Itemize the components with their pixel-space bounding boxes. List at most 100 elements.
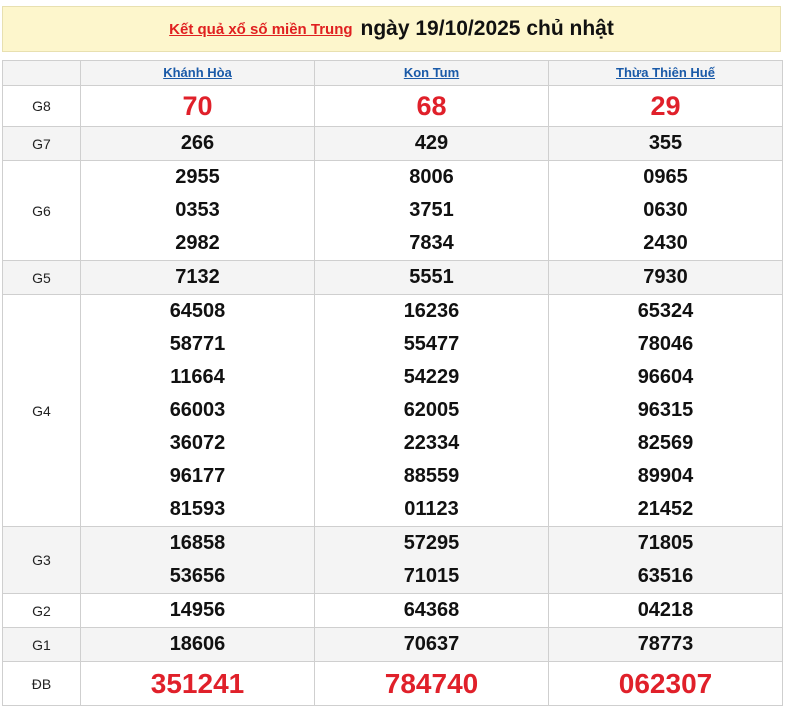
prize-label: G7 <box>2 126 81 161</box>
prize-cell: 351241 <box>80 661 315 706</box>
prize-label: G2 <box>2 593 81 628</box>
prize-label: G1 <box>2 627 81 662</box>
prize-cell: 70637 <box>314 627 549 662</box>
prize-cell: 64368 <box>314 593 549 628</box>
prize-cell: 71805 63516 <box>548 526 783 594</box>
prize-number: 3751 <box>409 199 454 221</box>
prize-number: 66003 <box>169 399 226 421</box>
prize-label: G8 <box>2 85 81 127</box>
prize-number: 5551 <box>409 266 454 288</box>
results-table: Khánh Hòa Kon Tum Thừa Thiên Huế G8 70 6… <box>2 60 783 706</box>
prize-number: 2982 <box>175 232 220 254</box>
prize-number: 14956 <box>169 599 226 621</box>
prize-cell: 16858 53656 <box>80 526 315 594</box>
prize-number: 65324 <box>637 300 694 322</box>
prize-number: 16858 <box>169 532 226 554</box>
prize-number: 78773 <box>637 633 694 655</box>
prize-cell: 64508 58771 11664 66003 36072 96177 8159… <box>80 294 315 527</box>
row-g6: G6 2955 0353 2982 8006 3751 7834 0965 06… <box>2 160 783 261</box>
prize-label: ĐB <box>2 661 81 706</box>
results-header: Kết quả xổ số miền Trung ngày 19/10/2025… <box>2 6 781 52</box>
row-special: ĐB 351241 784740 062307 <box>2 661 783 706</box>
prize-number: 81593 <box>169 498 226 520</box>
prize-number: 21452 <box>637 498 694 520</box>
prize-cell: 2955 0353 2982 <box>80 160 315 261</box>
prize-number: 70637 <box>403 633 460 655</box>
prize-label: G5 <box>2 260 81 295</box>
region-results-link[interactable]: Kết quả xổ số miền Trung <box>169 21 352 38</box>
prize-cell: 355 <box>548 126 783 161</box>
prize-cell: 29 <box>548 85 783 127</box>
prize-label: G4 <box>2 294 81 527</box>
prize-number: 68 <box>416 91 447 121</box>
province-header-khanh-hoa: Khánh Hòa <box>80 60 315 86</box>
prize-cell: 14956 <box>80 593 315 628</box>
prize-number: 96604 <box>637 366 694 388</box>
prize-number: 2430 <box>643 232 688 254</box>
prize-number: 82569 <box>637 432 694 454</box>
province-header-kon-tum: Kon Tum <box>314 60 549 86</box>
prize-number: 62005 <box>403 399 460 421</box>
prize-cell: 266 <box>80 126 315 161</box>
prize-number: 0630 <box>643 199 688 221</box>
prize-cell: 0965 0630 2430 <box>548 160 783 261</box>
prize-number: 18606 <box>169 633 226 655</box>
prize-number: 7834 <box>409 232 454 254</box>
prize-number: 266 <box>180 132 215 154</box>
prize-number: 89904 <box>637 465 694 487</box>
prize-cell: 18606 <box>80 627 315 662</box>
prize-cell: 57295 71015 <box>314 526 549 594</box>
row-g1: G1 18606 70637 78773 <box>2 627 783 662</box>
prize-number: 54229 <box>403 366 460 388</box>
row-g8: G8 70 68 29 <box>2 85 783 127</box>
prize-number: 355 <box>648 132 683 154</box>
prize-number: 53656 <box>169 565 226 587</box>
prize-number: 16236 <box>403 300 460 322</box>
prize-number: 22334 <box>403 432 460 454</box>
prize-number: 78046 <box>637 333 694 355</box>
special-prize-number: 062307 <box>618 667 713 699</box>
prize-number: 96177 <box>169 465 226 487</box>
prize-label: G6 <box>2 160 81 261</box>
prize-cell: 429 <box>314 126 549 161</box>
prize-number: 01123 <box>404 498 459 520</box>
prize-number: 64508 <box>169 300 226 322</box>
prize-number: 58771 <box>169 333 226 355</box>
prize-number: 7132 <box>175 266 220 288</box>
row-g5: G5 7132 5551 7930 <box>2 260 783 295</box>
prize-number: 2955 <box>175 166 220 188</box>
row-g3: G3 16858 53656 57295 71015 71805 63516 <box>2 526 783 594</box>
prize-number: 8006 <box>409 166 454 188</box>
results-page: Kết quả xổ số miền Trung ngày 19/10/2025… <box>0 0 785 720</box>
corner-cell <box>2 60 81 86</box>
prize-number: 429 <box>414 132 449 154</box>
prize-cell: 062307 <box>548 661 783 706</box>
province-link-khanh-hoa[interactable]: Khánh Hòa <box>163 65 232 80</box>
prize-number: 71015 <box>403 565 460 587</box>
prize-number: 04218 <box>637 599 694 621</box>
row-g4: G4 64508 58771 11664 66003 36072 96177 8… <box>2 294 783 527</box>
prize-number: 57295 <box>403 532 460 554</box>
province-link-thua-thien-hue[interactable]: Thừa Thiên Huế <box>616 65 715 80</box>
prize-number: 0353 <box>175 199 220 221</box>
prize-number: 29 <box>650 91 681 121</box>
prize-cell: 68 <box>314 85 549 127</box>
province-header-row: Khánh Hòa Kon Tum Thừa Thiên Huế <box>2 60 783 86</box>
prize-cell: 65324 78046 96604 96315 82569 89904 2145… <box>548 294 783 527</box>
prize-number: 88559 <box>403 465 460 487</box>
prize-cell: 7930 <box>548 260 783 295</box>
province-link-kon-tum[interactable]: Kon Tum <box>404 65 459 80</box>
prize-cell: 70 <box>80 85 315 127</box>
prize-cell: 04218 <box>548 593 783 628</box>
prize-number: 63516 <box>637 565 694 587</box>
prize-number: 7930 <box>643 266 688 288</box>
prize-number: 36072 <box>169 432 226 454</box>
province-header-thua-thien-hue: Thừa Thiên Huế <box>548 60 783 86</box>
prize-number: 70 <box>182 91 213 121</box>
prize-number: 55477 <box>403 333 460 355</box>
prize-label: G3 <box>2 526 81 594</box>
prize-cell: 16236 55477 54229 62005 22334 88559 0112… <box>314 294 549 527</box>
prize-cell: 8006 3751 7834 <box>314 160 549 261</box>
row-g7: G7 266 429 355 <box>2 126 783 161</box>
draw-date: ngày 19/10/2025 chủ nhật <box>360 17 614 40</box>
